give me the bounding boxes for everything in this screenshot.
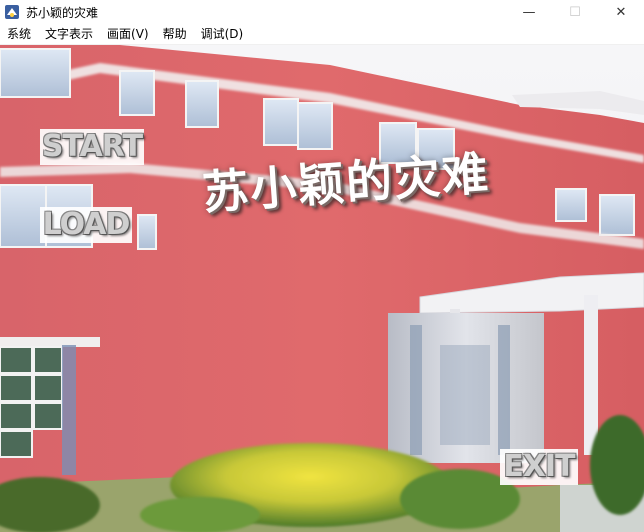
window-title: 苏小颖的灾难 — [26, 5, 99, 20]
menu-text-display[interactable]: 文字表示 — [38, 24, 100, 44]
menu-help[interactable]: 帮助 — [156, 24, 194, 44]
title-bar[interactable]: 苏小颖的灾难 — ☐ ✕ — [0, 0, 644, 24]
app-icon — [5, 5, 19, 19]
close-button[interactable]: ✕ — [598, 0, 644, 24]
game-window: 苏小颖的灾难 — ☐ ✕ 系统 文字表示 画面(V) 帮助 调试(D) 苏小颖的… — [0, 0, 644, 532]
window-controls: — ☐ ✕ — [506, 0, 644, 24]
menu-system[interactable]: 系统 — [0, 24, 38, 44]
menu-bar: 系统 文字表示 画面(V) 帮助 调试(D) — [0, 24, 644, 45]
exit-button[interactable]: EXIT — [500, 449, 578, 485]
maximize-button[interactable]: ☐ — [552, 0, 598, 24]
minimize-button[interactable]: — — [506, 0, 552, 24]
start-button[interactable]: START — [40, 129, 144, 165]
menu-debug[interactable]: 调试(D) — [194, 24, 251, 44]
game-screen[interactable]: 苏小颖的灾难 START LOAD EXIT — [0, 45, 644, 532]
menu-view[interactable]: 画面(V) — [100, 24, 156, 44]
load-button[interactable]: LOAD — [40, 207, 132, 243]
